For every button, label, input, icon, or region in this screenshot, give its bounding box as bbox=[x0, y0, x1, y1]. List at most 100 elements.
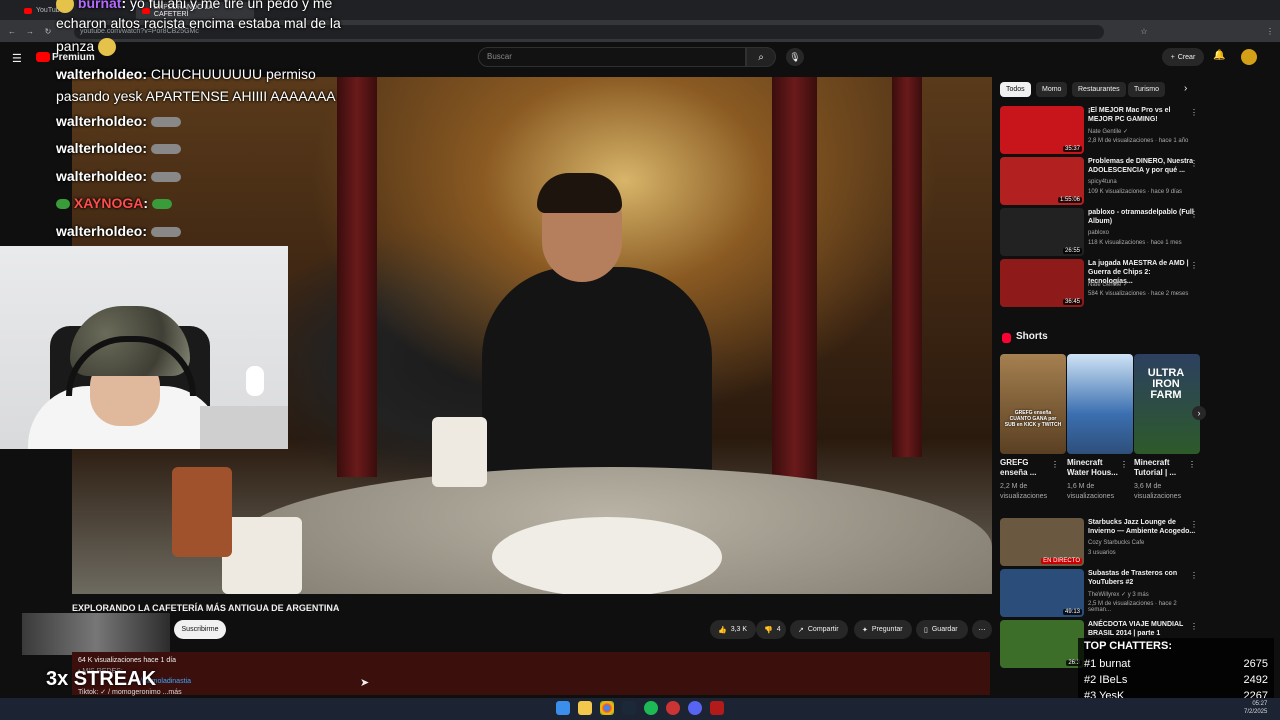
video-thumbnail[interactable]: EN DIRECTO bbox=[1000, 518, 1084, 566]
video-thumbnail[interactable]: 26:55 bbox=[1000, 208, 1084, 256]
dislike-button[interactable]: 👎 4 bbox=[756, 620, 786, 639]
short-thumbnail[interactable] bbox=[1067, 354, 1133, 454]
kebab-icon[interactable]: ⋮ bbox=[1190, 159, 1198, 168]
list-item[interactable]: EN DIRECTO Starbucks Jazz Lounge de Invi… bbox=[1000, 518, 1200, 568]
share-button[interactable]: ↗ Compartir bbox=[790, 620, 848, 639]
reload-icon[interactable]: ↻ bbox=[44, 27, 52, 36]
rec-channel[interactable]: spicy4tuna bbox=[1088, 179, 1117, 185]
short-title[interactable]: GREFG enseña ... bbox=[1000, 458, 1056, 478]
video-thumbnail[interactable]: 35:37 bbox=[1000, 106, 1084, 154]
list-item[interactable]: 36:45 La jugada MAESTRA de AMD | Guerra … bbox=[1000, 259, 1200, 309]
shorts-icon bbox=[1002, 333, 1011, 343]
short-thumbnail[interactable]: ULTRA IRON FARM bbox=[1134, 354, 1200, 454]
mic-button[interactable]: 🎙 bbox=[786, 48, 804, 66]
star-icon[interactable]: ☆ bbox=[1140, 27, 1148, 36]
subscribe-button[interactable]: Suscribirme bbox=[174, 620, 226, 639]
mic-icon: 🎙 bbox=[789, 51, 801, 62]
chevron-right-icon[interactable]: › bbox=[1184, 83, 1187, 94]
thumbs-up-icon: 👍 bbox=[718, 626, 727, 634]
chat-message: burnat: yo fui ahi y me tire un pedo y m… bbox=[56, 0, 332, 14]
obs-icon[interactable] bbox=[710, 701, 724, 715]
spotify-icon[interactable] bbox=[644, 701, 658, 715]
kebab-icon[interactable]: ⋮ bbox=[1190, 520, 1198, 529]
more-icon: ⋯ bbox=[978, 626, 986, 634]
youtube-icon bbox=[24, 7, 32, 14]
ask-button[interactable]: ✦ Preguntar bbox=[854, 620, 912, 639]
rec-title[interactable]: Subastas de Trasteros con YouTubers #2 bbox=[1088, 569, 1196, 587]
save-button[interactable]: ▯ Guardar bbox=[916, 620, 968, 639]
windows-start-icon[interactable] bbox=[556, 701, 570, 715]
rec-channel[interactable]: Nate Gentile ✓ bbox=[1088, 281, 1128, 288]
chip-restaurants[interactable]: Restaurantes bbox=[1072, 82, 1126, 97]
chat-message: walterholdeo: bbox=[56, 222, 181, 240]
rec-channel[interactable]: pabloxo bbox=[1088, 230, 1109, 236]
channel-avatar[interactable] bbox=[22, 613, 170, 655]
kebab-icon[interactable]: ⋮ bbox=[1190, 261, 1198, 270]
chat-user: XAYNOGA bbox=[73, 195, 144, 211]
chevron-right-icon[interactable]: › bbox=[1192, 406, 1206, 420]
like-button[interactable]: 👍 3,3 K bbox=[710, 620, 756, 639]
emote-icon bbox=[150, 144, 181, 155]
video-thumbnail[interactable]: 49:13 bbox=[1000, 569, 1084, 617]
video-title: EXPLORANDO LA CAFETERÍA MÁS ANTIGUA DE A… bbox=[72, 603, 340, 613]
chat-message: XAYNOGA: bbox=[56, 194, 172, 212]
avatar[interactable] bbox=[1241, 49, 1257, 65]
video-scene-pillar bbox=[892, 77, 922, 457]
app-icon[interactable] bbox=[666, 701, 680, 715]
discord-icon[interactable] bbox=[688, 701, 702, 715]
create-button[interactable]: + Crear bbox=[1162, 48, 1204, 66]
rec-channel[interactable]: Cozy Starbucks Cafe bbox=[1088, 540, 1144, 546]
rec-channel[interactable]: Nate Gentile ✓ bbox=[1088, 128, 1128, 135]
chip-tourism[interactable]: Turismo bbox=[1128, 82, 1166, 97]
chat-user: walterholdeo bbox=[56, 140, 143, 156]
file-explorer-icon[interactable] bbox=[578, 701, 592, 715]
video-thumbnail[interactable]: 26:3 bbox=[1000, 620, 1084, 668]
rec-title[interactable]: ¡El MEJOR Mac Pro vs el MEJOR PC GAMING! bbox=[1088, 106, 1196, 124]
chip-all[interactable]: Todos bbox=[1000, 82, 1031, 97]
kebab-icon[interactable]: ⋮ bbox=[1120, 460, 1128, 469]
video-thumbnail[interactable]: 1:55:06 bbox=[1000, 157, 1084, 205]
steam-icon[interactable] bbox=[622, 701, 636, 715]
list-item[interactable]: 26:55 pabloxo - otramasdelpablo (Full Al… bbox=[1000, 208, 1200, 258]
kebab-icon[interactable]: ⋮ bbox=[1188, 460, 1196, 469]
webcam-desk bbox=[200, 406, 288, 449]
chip-momo[interactable]: Momo bbox=[1036, 82, 1068, 97]
chrome-icon[interactable] bbox=[600, 701, 614, 715]
bell-icon[interactable]: 🔔 bbox=[1213, 50, 1225, 61]
kebab-icon[interactable]: ⋮ bbox=[1190, 571, 1198, 580]
kebab-icon[interactable]: ⋮ bbox=[1190, 210, 1198, 219]
chatter-name: #1 burnat bbox=[1084, 658, 1131, 670]
rec-title[interactable]: ANÉCDOTA VIAJE MUNDIAL BRASIL 2014 | par… bbox=[1088, 620, 1196, 638]
back-icon[interactable]: ← bbox=[8, 27, 16, 36]
sparkle-icon: ✦ bbox=[862, 626, 868, 634]
kebab-icon[interactable]: ⋮ bbox=[1051, 460, 1059, 469]
search-input[interactable]: Buscar bbox=[478, 47, 746, 67]
forward-icon[interactable]: → bbox=[26, 27, 34, 36]
dislike-count: 4 bbox=[776, 626, 781, 633]
hamburger-icon[interactable]: ☰ bbox=[12, 52, 22, 65]
description-box[interactable] bbox=[72, 652, 990, 695]
streak-overlay: 3x STREAK bbox=[46, 668, 157, 690]
rec-title[interactable]: pabloxo - otramasdelpablo (Full Album) bbox=[1088, 208, 1196, 226]
youtube-logo-icon[interactable] bbox=[36, 52, 50, 62]
list-item[interactable]: 35:37 ¡El MEJOR Mac Pro vs el MEJOR PC G… bbox=[1000, 106, 1200, 156]
rec-meta: 109 K visualizaciones · hace 9 días bbox=[1088, 189, 1183, 195]
kebab-icon[interactable]: ⋮ bbox=[1190, 108, 1198, 117]
more-actions-button[interactable]: ⋯ bbox=[972, 620, 992, 639]
rec-title[interactable]: Problemas de DINERO, Nuestra ADOLESCENCI… bbox=[1088, 157, 1196, 175]
short-title[interactable]: Minecraft Water Hous... bbox=[1067, 458, 1123, 478]
webcam-overlay bbox=[0, 246, 288, 449]
chat-message: walterholdeo: bbox=[56, 112, 181, 130]
search-button[interactable]: ⌕ bbox=[746, 47, 776, 67]
list-item[interactable]: 49:13 Subastas de Trasteros con YouTuber… bbox=[1000, 569, 1200, 619]
kebab-icon[interactable]: ⋮ bbox=[1190, 622, 1198, 631]
short-title[interactable]: Minecraft Tutorial | ... bbox=[1134, 458, 1190, 478]
video-thumbnail[interactable]: 36:45 bbox=[1000, 259, 1084, 307]
duration-badge: 49:13 bbox=[1062, 609, 1082, 615]
list-item[interactable]: 1:55:06 Problemas de DINERO, Nuestra ADO… bbox=[1000, 157, 1200, 207]
rec-channel[interactable]: TheWillyrex ✓ y 3 más bbox=[1088, 591, 1149, 598]
rec-title[interactable]: Starbucks Jazz Lounge de Invierno — Ambi… bbox=[1088, 518, 1196, 536]
short-thumbnail[interactable]: GREFG enseña CUANTO GANA por SUB en KICK… bbox=[1000, 354, 1066, 454]
menu-icon[interactable]: ⋮ bbox=[1266, 27, 1274, 36]
duration-badge: 36:45 bbox=[1062, 299, 1082, 305]
